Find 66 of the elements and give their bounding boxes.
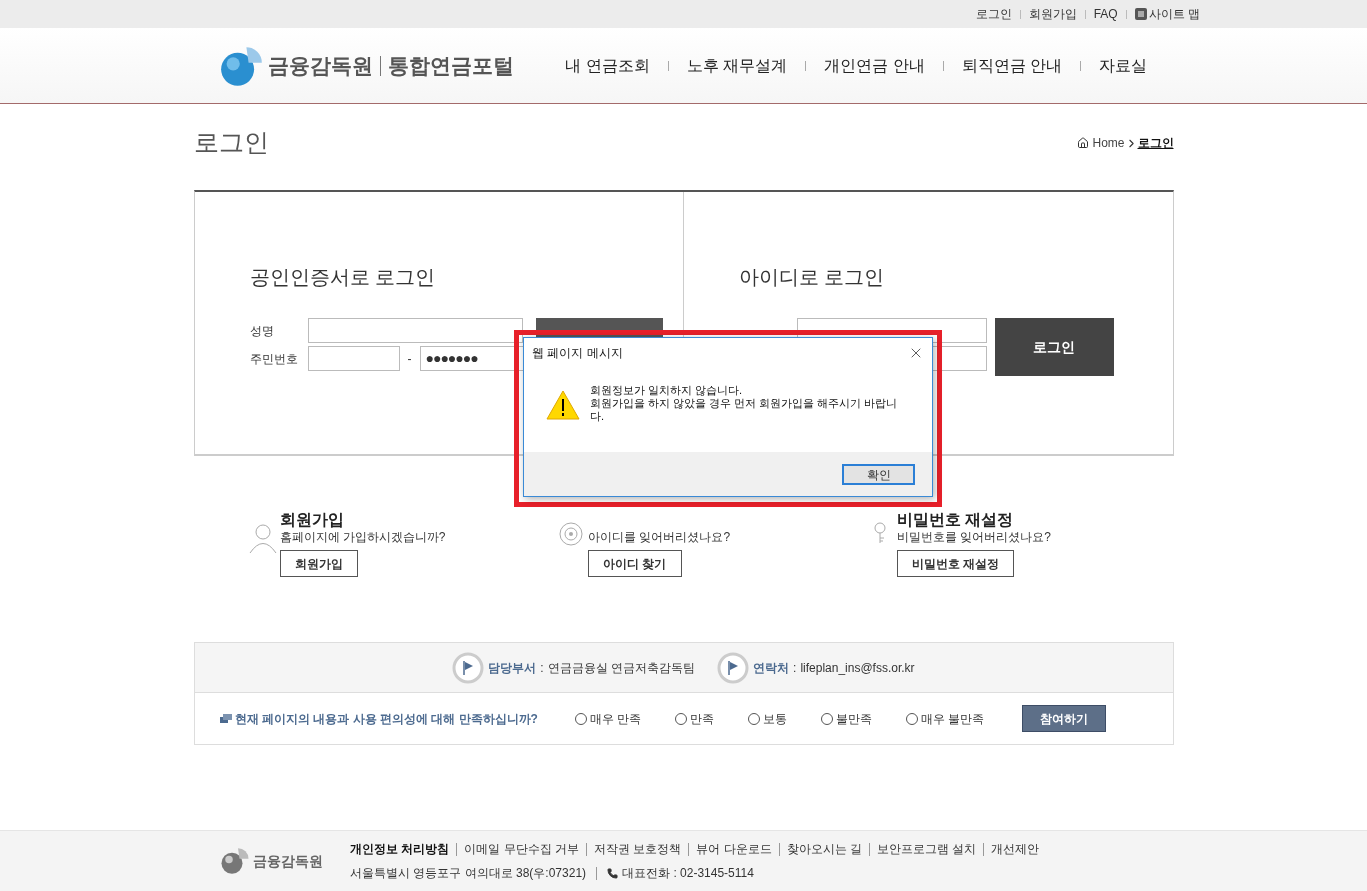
login-button[interactable]: 로그인	[994, 318, 1114, 376]
dialog-message: 회원정보가 일치하지 않습니다. 회원가입을 하지 않았을 경우 먼저 회원가입을 해주시기 바랍니 다.	[590, 384, 899, 423]
section-title: 아이디로 로그인	[738, 265, 886, 290]
submit-button[interactable]: 참여하기	[1022, 705, 1107, 732]
footer-link[interactable]: 개선제안	[991, 840, 1040, 858]
card-button[interactable]: 아이디 찾기	[588, 550, 682, 577]
name-field[interactable]	[307, 318, 523, 343]
separator: :	[793, 659, 797, 677]
top-link[interactable]: 회원가입	[1028, 5, 1077, 23]
card-button[interactable]: 비밀번호 재설정	[896, 550, 1015, 577]
field-label: 주민번호	[249, 350, 296, 368]
footer-link[interactable]: 찾아오시는 길	[786, 840, 863, 858]
logo-org: 금융감독원	[268, 52, 373, 79]
separator: :	[540, 659, 544, 677]
contact-label: 연락처	[753, 659, 790, 677]
contact-label: 담당부서	[488, 659, 537, 677]
rating-option[interactable]: 매우 불만족	[905, 709, 985, 728]
logo-icon	[220, 846, 250, 876]
person-icon	[248, 522, 277, 554]
card-text: 홈페이지에 가입하시겠습니까?	[279, 529, 446, 546]
chat-icon	[219, 713, 232, 724]
top-link[interactable]: 사이트 맵	[1134, 5, 1200, 23]
footer-phone: 대표전화 : 02-3145-5114	[622, 865, 754, 882]
phone-icon	[607, 867, 619, 879]
rating-option[interactable]: 만족	[674, 709, 714, 728]
logo-portal: 통합연금포털	[388, 52, 514, 79]
card-title: 회원가입	[279, 511, 344, 528]
rating-option[interactable]: 불만족	[820, 709, 872, 728]
survey-question: 현재 페이지의 내용과 사용 편의성에 대해 만족하십니까?	[234, 710, 539, 728]
page-title: 로그인	[193, 127, 269, 159]
contact-value: 연금금융실 연금저축감독팀	[547, 659, 696, 677]
card-title: 비밀번호 재설정	[896, 511, 1014, 528]
breadcrumb-link[interactable]: Home	[1092, 134, 1125, 152]
card-button[interactable]: 회원가입	[279, 550, 358, 577]
nav-link[interactable]: 노후 재무설계	[686, 53, 788, 78]
dash: -	[407, 350, 412, 368]
warning-icon	[546, 390, 580, 420]
flag-icon	[452, 651, 485, 684]
footer-link[interactable]: 뷰어 다운로드	[696, 840, 772, 858]
card-text: 비밀번호를 잊어버리셨나요?	[896, 529, 1051, 546]
top-link[interactable]: FAQ	[1093, 5, 1118, 23]
field-label: 성명	[249, 322, 275, 340]
top-link[interactable]: 로그인	[975, 5, 1012, 23]
nav-link[interactable]: 내 연금조회	[565, 53, 650, 78]
key-icon	[871, 522, 888, 544]
footer-address: 서울특별시 영등포구 여의대로 38(우:07321)	[350, 865, 587, 882]
rrn-first-field[interactable]	[307, 346, 400, 371]
home-icon	[1077, 137, 1090, 149]
section-title: 공인인증서로 로그인	[249, 265, 437, 290]
dialog-title: 웹 페이지 메시지	[532, 345, 623, 362]
footer-link[interactable]: 보안프로그램 설치	[877, 840, 977, 858]
nav-link[interactable]: 퇴직연금 안내	[961, 53, 1062, 78]
footer-link[interactable]: 이메일 무단수집 거부	[464, 840, 579, 858]
footer-link[interactable]: 개인정보 처리방침	[350, 840, 450, 858]
nav-link[interactable]: 자료실	[1099, 53, 1147, 78]
nav-link[interactable]: 개인연금 안내	[824, 53, 925, 78]
rating-option[interactable]: 보통	[747, 709, 787, 728]
flag-icon	[717, 651, 750, 684]
footer-logo: 금융감독원	[253, 851, 323, 871]
ok-button[interactable]: 확인	[842, 463, 915, 485]
card-text: 아이디를 잊어버리셨나요?	[588, 529, 731, 546]
rating-option[interactable]: 매우 만족	[574, 709, 641, 728]
wheel-icon	[559, 522, 584, 546]
footer-link[interactable]: 저작권 보호정책	[594, 840, 682, 858]
breadcrumb-link[interactable]: 로그인	[1137, 134, 1174, 152]
contact-value: lifeplan_ins@fss.or.kr	[800, 659, 915, 677]
